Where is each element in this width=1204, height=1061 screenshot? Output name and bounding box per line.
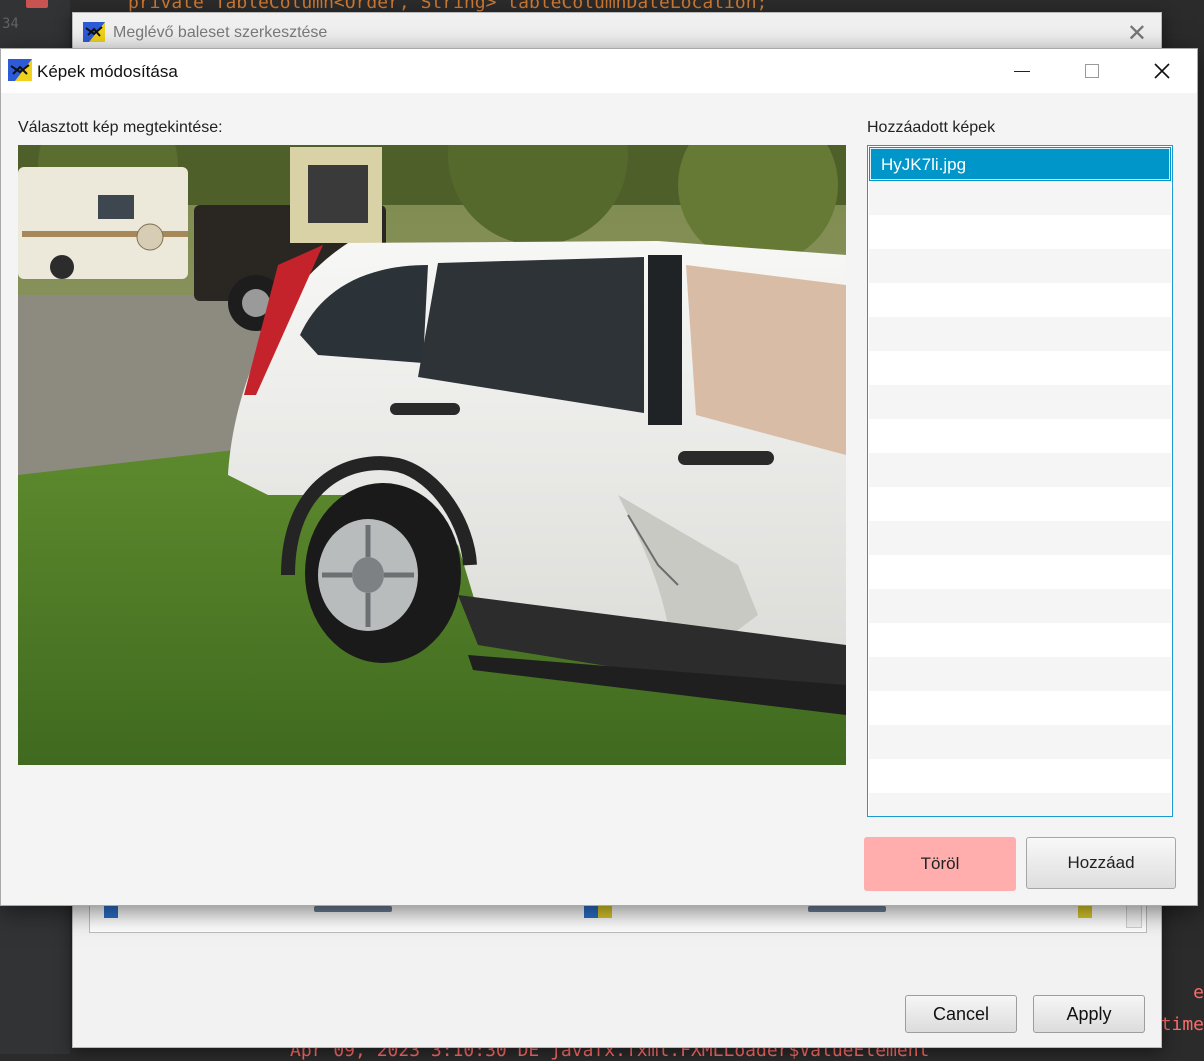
- console-fragment-time: time: [1160, 1014, 1204, 1035]
- table-cell-marker: [584, 904, 598, 918]
- list-empty-row: [869, 691, 1171, 725]
- list-empty-row: [869, 555, 1171, 589]
- list-empty-row: [869, 589, 1171, 623]
- add-button[interactable]: Hozzáad: [1026, 837, 1176, 889]
- close-icon: [1154, 63, 1170, 79]
- list-empty-row: [869, 487, 1171, 521]
- maximize-icon: [1085, 64, 1099, 78]
- list-empty-row: [869, 215, 1171, 249]
- minimize-icon: [1014, 70, 1030, 72]
- list-empty-row: [869, 453, 1171, 487]
- list-empty-row: [869, 317, 1171, 351]
- app-logo-icon: [83, 22, 105, 42]
- cancel-button[interactable]: Cancel: [905, 995, 1017, 1033]
- added-images-label: Hozzáadott képek: [867, 119, 996, 136]
- table-cell-bar: [314, 906, 392, 912]
- parent-title: Meglévő baleset szerkesztése: [113, 24, 328, 41]
- close-button[interactable]: [1127, 49, 1197, 93]
- code-badge-icon: [26, 0, 48, 8]
- dialog-title: Képek módosítása: [37, 62, 178, 81]
- list-empty-row: [869, 759, 1171, 793]
- list-empty-row: [869, 623, 1171, 657]
- images-dialog: Képek módosítása Választott kép megtekin…: [0, 48, 1198, 906]
- parent-close-icon[interactable]: ✕: [1127, 19, 1147, 48]
- apply-button[interactable]: Apply: [1033, 995, 1145, 1033]
- images-list[interactable]: HyJK7li.jpg: [867, 145, 1173, 817]
- list-empty-row: [869, 249, 1171, 283]
- line-number: 34: [2, 16, 19, 32]
- list-empty-row: [869, 657, 1171, 691]
- dialog-titlebar[interactable]: Képek módosítása: [1, 49, 1197, 93]
- maximize-button[interactable]: [1057, 49, 1127, 93]
- table-cell-marker: [104, 904, 118, 918]
- delete-button[interactable]: Töröl: [864, 837, 1016, 891]
- image-preview: [18, 145, 846, 765]
- list-empty-row: [869, 419, 1171, 453]
- table-cell-bar: [808, 906, 886, 912]
- list-empty-row: [869, 351, 1171, 385]
- list-empty-row: [869, 725, 1171, 759]
- list-empty-row: [869, 521, 1171, 555]
- app-logo-icon: [8, 59, 32, 81]
- minimize-button[interactable]: [987, 49, 1057, 93]
- list-empty-row: [869, 385, 1171, 419]
- parent-titlebar: Meglévő baleset szerkesztése ✕: [73, 13, 1161, 51]
- car-damage-photo: [18, 145, 846, 765]
- list-item-label: HyJK7li.jpg: [881, 155, 967, 174]
- list-item[interactable]: HyJK7li.jpg: [869, 147, 1171, 181]
- console-fragment-e: e: [1193, 982, 1204, 1003]
- preview-label: Választott kép megtekintése:: [18, 119, 223, 136]
- table-cell-marker: [1078, 904, 1092, 918]
- list-empty-row: [869, 181, 1171, 215]
- list-empty-row: [869, 793, 1171, 816]
- list-empty-row: [869, 283, 1171, 317]
- table-cell-marker: [598, 904, 612, 918]
